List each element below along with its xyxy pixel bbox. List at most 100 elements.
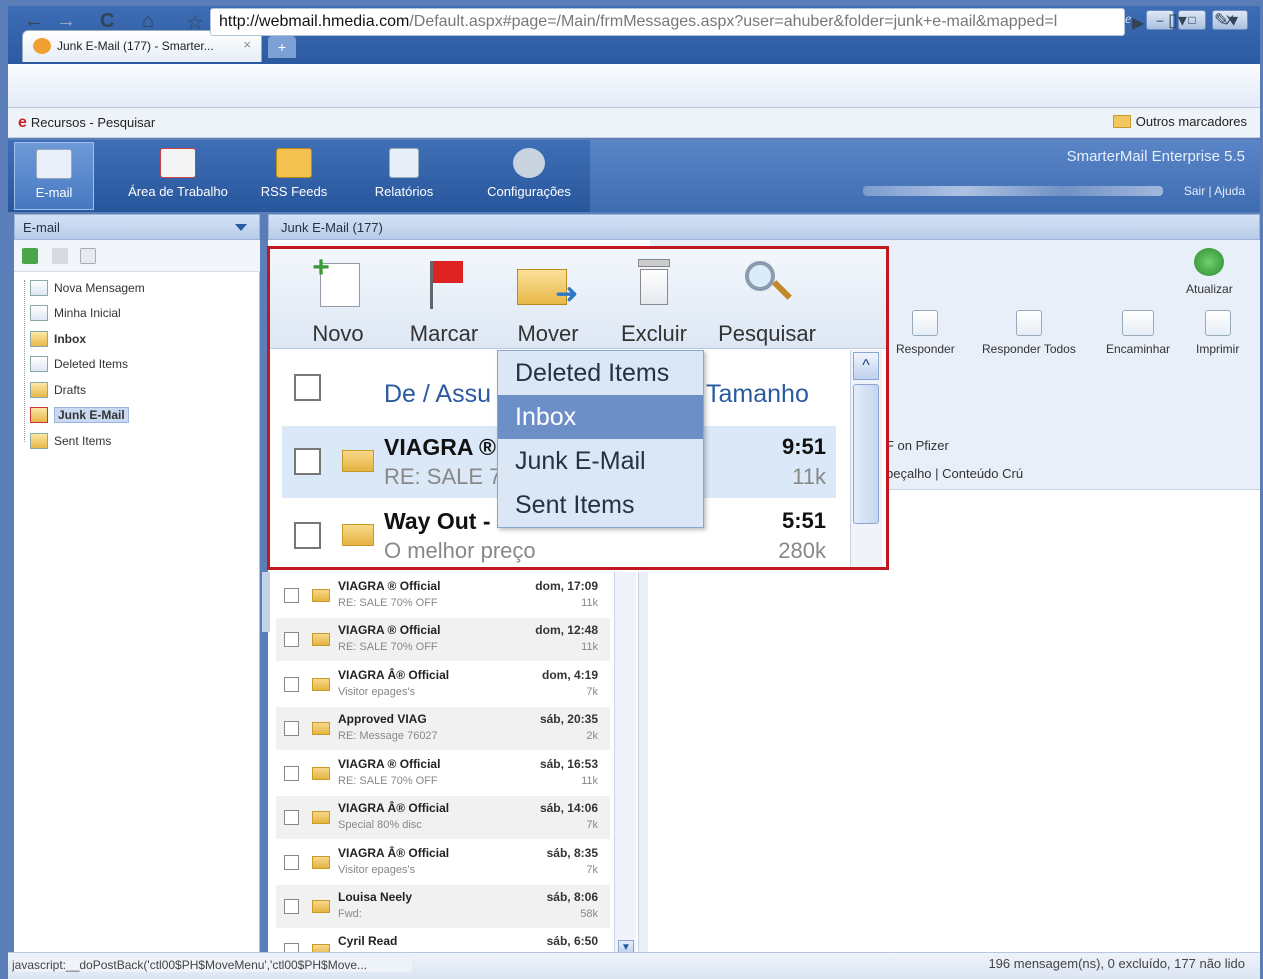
message-size: 11k [792, 464, 826, 489]
message-from: VIAGRA ® Official [338, 579, 441, 593]
trash-icon [30, 356, 48, 372]
message-checkbox[interactable] [284, 632, 299, 647]
message-from: Way Out - [384, 508, 491, 534]
bookmark-recursos[interactable]: e Recursos - Pesquisar [18, 114, 155, 132]
sidebar-item-deleted[interactable]: Deleted Items [30, 353, 128, 375]
wrench-menu-icon[interactable]: ✎▾ [1214, 10, 1238, 31]
search-button[interactable]: Pesquisar [712, 257, 822, 347]
message-size: 7k [586, 686, 598, 698]
module-reports[interactable]: Relatórios [356, 142, 452, 210]
inbox-icon [30, 331, 48, 347]
column-size[interactable]: Tamanho [706, 380, 809, 409]
bookmarks-bar [8, 108, 1260, 138]
table-row[interactable]: Louisa Neely Fwd: sáb, 8:06 58k [276, 885, 610, 929]
message-list-scrollbar[interactable]: ▼ [614, 572, 636, 958]
chevron-down-icon[interactable] [235, 224, 247, 231]
message-date: sáb, 8:35 [546, 846, 598, 860]
menu-item-junk-email[interactable]: Junk E-Mail [498, 439, 703, 483]
new-button[interactable]: + Novo [298, 253, 378, 347]
page-menu-icon[interactable]: ▯▾ [1168, 10, 1187, 31]
user-links[interactable]: Sair | Ajuda [1184, 184, 1245, 198]
message-checkbox[interactable] [284, 677, 299, 692]
new-message-icon [30, 280, 48, 296]
edit-folder-icon[interactable] [52, 248, 68, 264]
menu-item-sent-items[interactable]: Sent Items [498, 483, 703, 527]
sidebar-header[interactable]: E-mail [14, 214, 260, 240]
module-rss[interactable]: RSS Feeds [250, 142, 338, 210]
reply-button[interactable]: Responder [896, 310, 955, 356]
message-date: sáb, 8:06 [546, 890, 598, 904]
move-button[interactable]: ➜ Mover [508, 257, 588, 347]
table-row[interactable]: Cyril Read sáb, 6:50 [276, 929, 610, 953]
scroll-thumb[interactable] [853, 384, 879, 524]
go-arrow-icon[interactable]: ▶ [1132, 13, 1144, 33]
zoom-scrollbar[interactable]: ^ [850, 350, 882, 567]
sidebar-item-new-message[interactable]: Nova Mensagem [30, 277, 145, 299]
table-row[interactable]: VIAGRA Â® Official Special 80% disc sáb, 1… [276, 796, 610, 840]
message-size: 58k [580, 908, 598, 920]
status-link-text: javascript:__doPostBack('ctl00$PH$MoveMe… [12, 958, 412, 972]
other-bookmarks[interactable]: Outros marcadores [1112, 114, 1247, 129]
sidebar-item-label: Minha Inicial [54, 306, 121, 320]
table-row[interactable]: VIAGRA ® Official RE: SALE 70% OFF dom, 12… [276, 618, 610, 662]
reload-icon[interactable]: C [100, 10, 114, 33]
delete-button[interactable]: Excluir [614, 257, 694, 347]
back-arrow-icon[interactable]: ← [24, 10, 44, 33]
message-date: sáb, 6:50 [546, 934, 598, 948]
column-from-subject[interactable]: De / Assu [384, 380, 491, 409]
home-icon[interactable]: ⌂ [142, 10, 154, 33]
message-checkbox[interactable] [294, 522, 321, 549]
table-row[interactable]: VIAGRA ® Official RE: SALE 70% OFF sáb, 16… [276, 752, 610, 796]
message-subject: Fwd: [338, 908, 362, 920]
menu-item-inbox[interactable]: Inbox [498, 395, 703, 439]
menu-item-deleted-items[interactable]: Deleted Items [498, 351, 703, 395]
sidebar-item-inbox[interactable]: Inbox [30, 328, 86, 350]
module-desktop[interactable]: Área de Trabalho [112, 142, 244, 210]
smartermail-favicon-icon [33, 38, 51, 54]
sidebar-item-junk[interactable]: Junk E-Mail [30, 404, 129, 426]
message-checkbox[interactable] [284, 899, 299, 914]
scroll-up-icon[interactable]: ^ [853, 352, 879, 380]
gear-icon [513, 148, 545, 178]
message-from: VIAGRA ® Official [338, 623, 441, 637]
table-row[interactable]: VIAGRA ® Official RE: SALE 70% OFF dom, 17… [276, 574, 610, 618]
message-checkbox[interactable] [284, 766, 299, 781]
sidebar-splitter[interactable] [262, 572, 270, 632]
module-settings[interactable]: Configurações [472, 142, 586, 210]
print-button[interactable]: Imprimir [1196, 310, 1239, 356]
select-all-checkbox[interactable] [294, 374, 321, 401]
table-row[interactable]: VIAGRA Â® Official Visitor epages's dom, 4… [276, 663, 610, 707]
junk-icon [30, 407, 48, 423]
preview-header-links[interactable]: beçalho | Conteúdo Crú [886, 466, 1023, 481]
message-checkbox[interactable] [284, 588, 299, 603]
message-checkbox[interactable] [294, 448, 321, 475]
new-tab-button[interactable]: + [268, 36, 296, 58]
message-subject: RE: SALE 7 [384, 464, 502, 489]
add-folder-icon[interactable] [22, 248, 38, 264]
message-from: VIAGRA Â® Official [338, 846, 450, 860]
sidebar-item-sent[interactable]: Sent Items [30, 430, 111, 452]
sidebar-toolbar [14, 240, 260, 272]
tab-close-icon[interactable]: × [243, 37, 251, 52]
forward-arrow-icon[interactable]: → [56, 10, 76, 33]
reply-all-button[interactable]: Responder Todos [982, 310, 1076, 356]
message-checkbox[interactable] [284, 810, 299, 825]
module-email[interactable]: E-mail [14, 142, 94, 210]
address-bar[interactable]: http://webmail.hmedia.com/Default.aspx#p… [210, 8, 1125, 36]
module-email-label: E-mail [35, 185, 73, 200]
message-checkbox[interactable] [284, 721, 299, 736]
forward-button[interactable]: Encaminhar [1106, 310, 1170, 356]
delete-folder-icon[interactable] [80, 248, 96, 264]
sidebar-item-my-home[interactable]: Minha Inicial [30, 302, 121, 324]
sidebar-item-drafts[interactable]: Drafts [30, 379, 86, 401]
message-checkbox[interactable] [284, 855, 299, 870]
message-size: 11k [581, 597, 598, 609]
folder-icon [1112, 115, 1131, 128]
zoom-callout: + Novo Marcar ➜ Mover Excluir Pesquisar … [267, 246, 889, 570]
refresh-button[interactable]: Atualizar [1186, 248, 1233, 296]
star-bookmark-icon[interactable]: ☆ [186, 10, 204, 35]
flag-button[interactable]: Marcar [404, 257, 484, 347]
table-row[interactable]: VIAGRA Â® Official Visitor epages's sáb, 8… [276, 841, 610, 885]
table-row[interactable]: Approved VIAG RE: Message 76027 sáb, 20:35… [276, 707, 610, 751]
pane-splitter[interactable] [638, 572, 648, 958]
